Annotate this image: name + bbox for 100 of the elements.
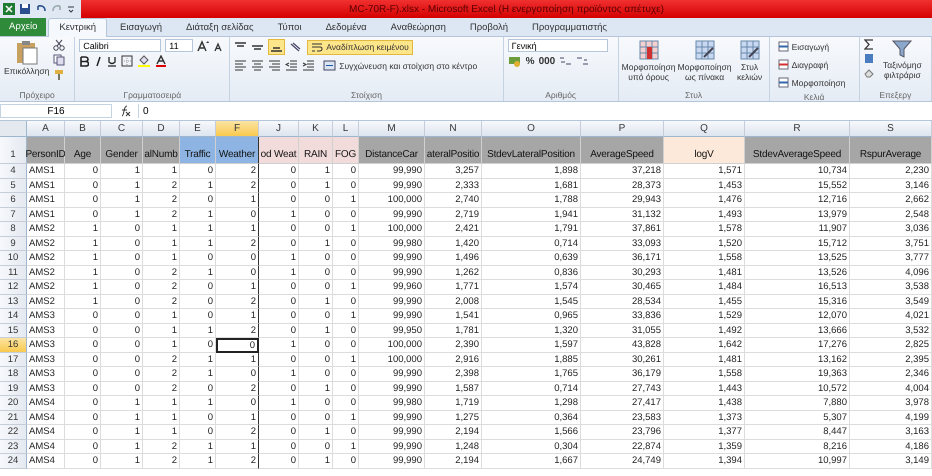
ribbon-tab[interactable]: Αρχείο xyxy=(0,17,46,36)
row-header[interactable]: 10 xyxy=(0,251,27,266)
table-cell: 2 xyxy=(143,280,180,294)
styles-button[interactable]: Στυλ κελιών xyxy=(734,39,765,82)
row-header[interactable]: 4 xyxy=(0,164,27,178)
table-cell: 37,218 xyxy=(581,164,664,178)
paste-button[interactable]: Επικόλληση xyxy=(4,39,50,76)
row-header[interactable]: 14 xyxy=(0,309,27,324)
row-header[interactable]: 7 xyxy=(0,208,27,222)
table-cell: 1 xyxy=(180,178,216,193)
row-header[interactable]: 6 xyxy=(0,193,27,208)
table-cell: 0 xyxy=(299,251,333,266)
row-header[interactable]: 12 xyxy=(0,280,27,294)
table-cell: 13,526 xyxy=(745,266,850,280)
table-cell: 4,021 xyxy=(850,309,932,324)
row-header[interactable]: 22 xyxy=(0,425,27,440)
table-cell: 99,990 xyxy=(359,440,425,454)
merge-center-button[interactable]: Συγχώνευση και στοίχιση στο κέντρο xyxy=(319,58,482,73)
table-cell: 1 xyxy=(180,367,216,382)
row-header[interactable]: 8 xyxy=(0,222,27,236)
table-cell: 1,791 xyxy=(482,222,581,236)
ribbon-tab[interactable]: Προγραμματιστής xyxy=(521,18,618,36)
column-header[interactable]: N xyxy=(425,121,482,137)
cells-button[interactable]: Εισαγωγή xyxy=(774,39,850,54)
table-cell: 1,394 xyxy=(664,454,745,468)
table-cell: 28,534 xyxy=(581,294,664,309)
row-header[interactable]: 16 xyxy=(0,338,27,352)
ribbon-tab[interactable]: Αναθεώρηση xyxy=(380,18,457,36)
column-header[interactable]: E xyxy=(180,121,216,137)
column-header[interactable]: J xyxy=(259,121,299,137)
table-cell: 1,298 xyxy=(482,396,581,410)
ribbon-tab[interactable]: Προβολή xyxy=(458,18,520,36)
row-header[interactable]: 15 xyxy=(0,324,27,338)
row-header[interactable]: 20 xyxy=(0,396,27,410)
font-size-dropdown[interactable]: 11 xyxy=(165,39,194,52)
table-cell: 0 xyxy=(259,410,299,425)
formula-field[interactable]: 0 xyxy=(138,104,932,118)
column-header[interactable]: A xyxy=(27,121,65,137)
row-header[interactable]: 9 xyxy=(0,236,27,251)
row-header[interactable]: 21 xyxy=(0,410,27,425)
sort-filter-button[interactable]: Ταξινόμησ φιλτράρισ xyxy=(878,39,928,80)
row-header[interactable]: 18 xyxy=(0,367,27,382)
wrap-text-button[interactable]: Αναδίπλωση κειμένου xyxy=(307,40,413,54)
column-header[interactable]: C xyxy=(101,121,143,137)
row-header[interactable]: 24 xyxy=(0,454,27,468)
thousands-button[interactable]: 000 xyxy=(538,56,556,66)
row-header[interactable]: 17 xyxy=(0,352,27,367)
table-cell: 2,719 xyxy=(425,208,482,222)
cells-button[interactable]: Διαγραφή xyxy=(774,57,850,72)
table-cell: 15,316 xyxy=(745,294,850,309)
column-header[interactable]: L xyxy=(333,121,359,137)
cells-button[interactable]: Μορφοποίηση xyxy=(774,75,850,90)
ribbon-tab[interactable]: Τύποι xyxy=(266,18,313,36)
table-cell: 0 xyxy=(259,280,299,294)
name-box[interactable]: F16 xyxy=(0,104,112,118)
table-cell: 0 xyxy=(216,338,259,352)
ribbon-tab[interactable]: Εισαγωγή xyxy=(108,18,173,36)
row-header[interactable]: 19 xyxy=(0,382,27,396)
ribbon-tab[interactable]: Διάταξη σελίδας xyxy=(175,18,265,36)
merge-cells-icon xyxy=(323,60,336,71)
table-cell: 1 xyxy=(216,280,259,294)
table-cell: 0 xyxy=(65,425,101,440)
row-header[interactable]: 1 xyxy=(0,137,27,164)
table-cell: 23,796 xyxy=(581,425,664,440)
row-header[interactable]: 5 xyxy=(0,178,27,193)
table-cell: 10,572 xyxy=(745,382,850,396)
table-cell: 0 xyxy=(259,454,299,468)
column-header[interactable]: Q xyxy=(664,121,745,137)
table-cell: 0 xyxy=(333,367,359,382)
number-format-dropdown[interactable]: Γενική xyxy=(508,39,608,52)
column-header[interactable]: D xyxy=(143,121,180,137)
column-header[interactable]: S xyxy=(850,121,932,137)
table-cell: 0 xyxy=(259,193,299,208)
row-header[interactable]: 23 xyxy=(0,440,27,454)
column-header[interactable]: K xyxy=(299,121,333,137)
ribbon-tab[interactable]: Κεντρική xyxy=(48,18,107,37)
row-header[interactable]: 13 xyxy=(0,294,27,309)
column-header[interactable]: F xyxy=(216,121,259,137)
table-cell: 0 xyxy=(333,266,359,280)
font-name-dropdown[interactable]: Calibri xyxy=(79,39,162,52)
table-cell: 1,541 xyxy=(425,309,482,324)
column-header[interactable]: P xyxy=(581,121,664,137)
table-cell: 0 xyxy=(180,193,216,208)
column-header[interactable]: M xyxy=(359,121,425,137)
column-header[interactable]: B xyxy=(65,121,101,137)
ribbon-tab[interactable]: Δεδομένα xyxy=(314,18,378,36)
table-cell: 1 xyxy=(143,324,180,338)
row-header[interactable]: 11 xyxy=(0,266,27,280)
styles-button[interactable]: Μορφοποίηση υπό όρους xyxy=(622,39,675,82)
table-cell: 0,304 xyxy=(482,440,581,454)
table-cell: 0 xyxy=(216,251,259,266)
column-header[interactable]: O xyxy=(482,121,581,137)
column-header[interactable]: R xyxy=(745,121,850,137)
percent-button[interactable]: % xyxy=(526,56,535,66)
styles-button[interactable]: Μορφοποίηση ως πίνακα xyxy=(678,39,731,82)
copy-icon xyxy=(53,54,66,66)
table-cell: 2 xyxy=(143,178,180,193)
table-cell: AMS2 xyxy=(27,294,65,309)
align-bottom-button[interactable] xyxy=(268,39,286,55)
header-cell: PersonID xyxy=(27,137,65,164)
